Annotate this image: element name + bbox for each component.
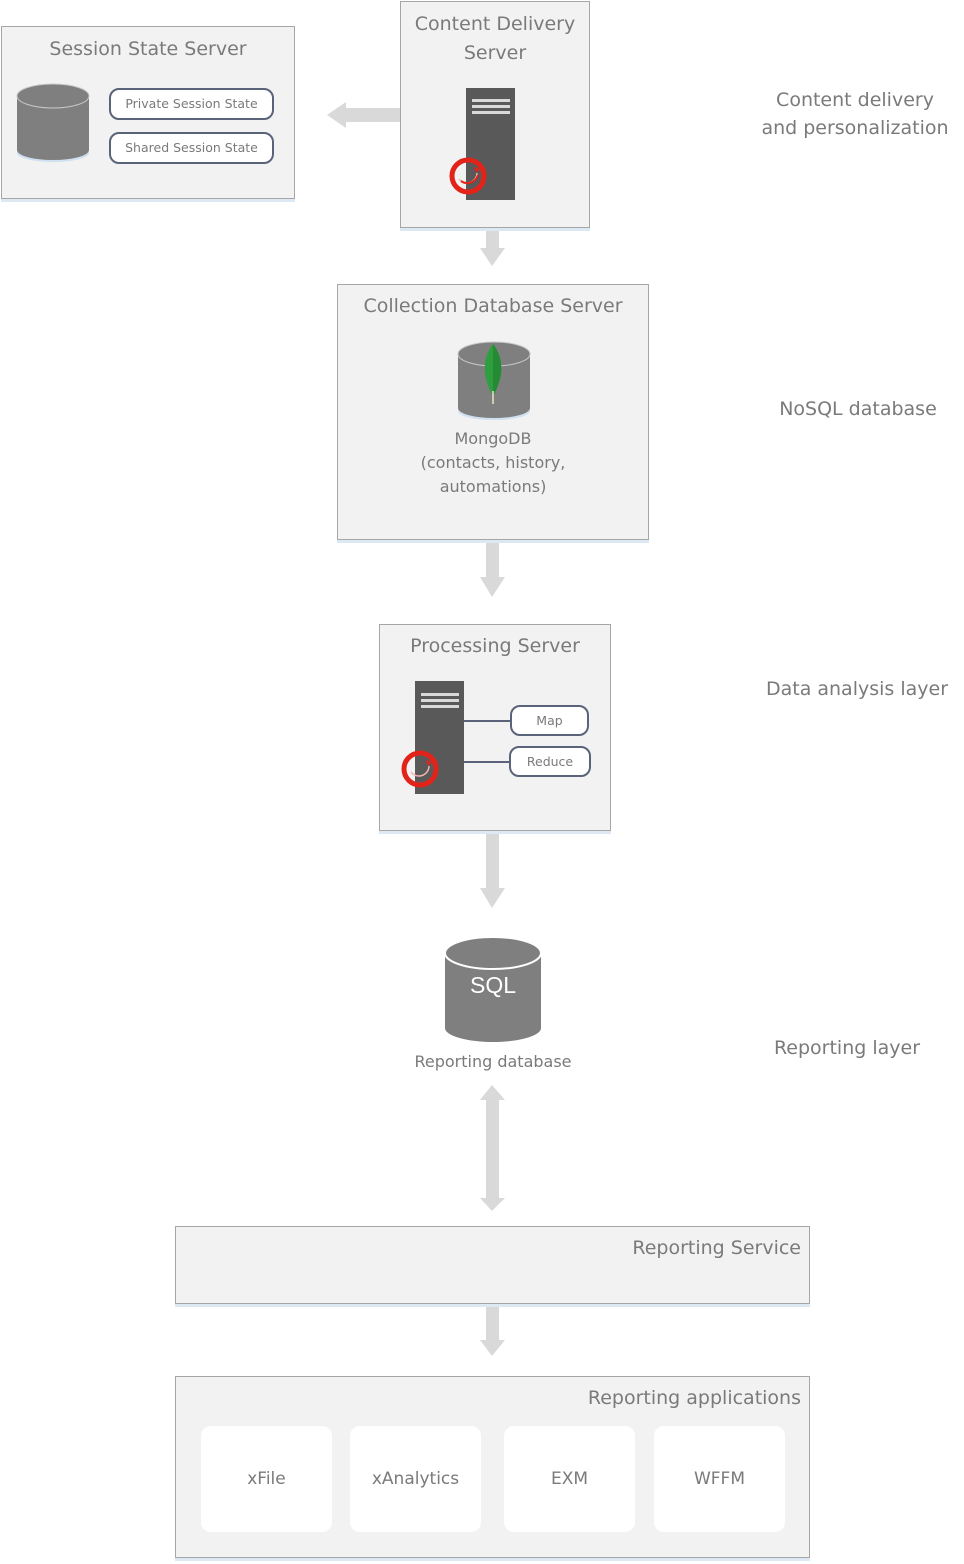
content-delivery-server-title-line2: Server xyxy=(463,42,527,64)
arrow-cd-to-collection xyxy=(480,228,505,266)
processing-server-box: Processing Server Map Reduce xyxy=(379,624,611,831)
private-session-state: Private Session State xyxy=(109,88,274,120)
shared-session-state: Shared Session State xyxy=(109,132,274,164)
app-xfile: xFile xyxy=(201,1426,332,1532)
map-item: Map xyxy=(510,705,589,736)
mongodb-caption-line3: automations) xyxy=(439,477,547,496)
layer-label-data-analysis: Data analysis layer xyxy=(765,678,949,700)
layer-label-content-delivery-line1: Content delivery xyxy=(776,89,934,111)
reporting-applications-title: Reporting applications xyxy=(587,1387,801,1409)
arrow-collection-to-processing xyxy=(480,541,505,597)
database-icon xyxy=(16,83,90,162)
layer-label-reporting: Reporting layer xyxy=(773,1037,921,1059)
session-state-server-box: Session State Server Private Session Sta… xyxy=(1,26,295,199)
app-wffm: WFFM xyxy=(654,1426,785,1532)
reporting-service-title: Reporting Service xyxy=(632,1237,801,1259)
content-delivery-server-box: Content Delivery Server xyxy=(400,1,590,228)
reduce-item: Reduce xyxy=(509,746,591,777)
server-sitecore-icon xyxy=(449,88,515,200)
collection-database-server-box: Collection Database Server MongoDB (cont… xyxy=(337,284,649,540)
arrow-service-to-applications xyxy=(480,1305,505,1356)
reporting-applications-box: Reporting applications xFile xAnalytics … xyxy=(175,1376,810,1558)
mongodb-caption-line2: (contacts, history, xyxy=(420,453,566,472)
reporting-service-box: Reporting Service xyxy=(175,1226,810,1304)
collection-database-server-title: Collection Database Server xyxy=(363,295,623,317)
layer-label-content-delivery-line2: and personalization xyxy=(761,117,949,139)
content-delivery-server-title-line1: Content Delivery xyxy=(414,13,576,35)
arrow-cd-to-session xyxy=(327,102,402,128)
app-xanalytics: xAnalytics xyxy=(350,1426,481,1532)
server-sitecore-icon xyxy=(401,681,464,794)
arrow-processing-to-sql xyxy=(480,832,505,908)
reporting-database-caption: Reporting database xyxy=(414,1052,572,1071)
arrow-sql-reporting-service-bidirectional xyxy=(480,1085,505,1211)
mongodb-database-icon xyxy=(457,341,531,420)
layer-label-nosql: NoSQL database xyxy=(779,398,937,420)
mongodb-caption-line1: MongoDB xyxy=(454,429,532,448)
sql-label: SQL xyxy=(469,972,517,998)
session-state-server-title: Session State Server xyxy=(49,38,247,60)
app-exm: EXM xyxy=(504,1426,635,1532)
